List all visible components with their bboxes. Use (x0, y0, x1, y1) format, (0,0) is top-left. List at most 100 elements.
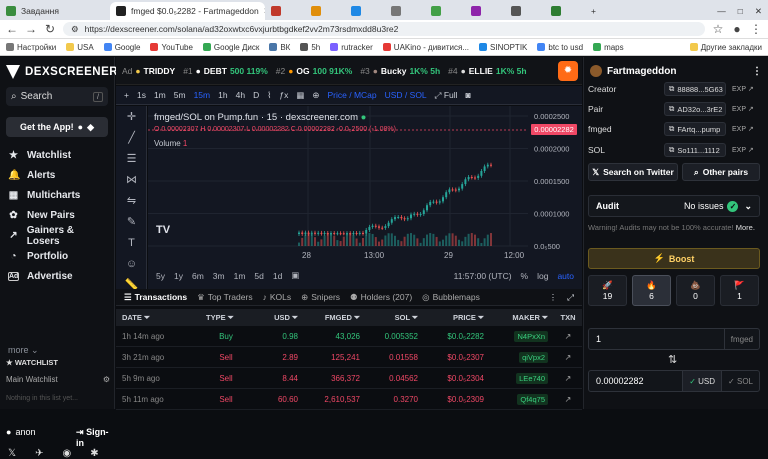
copy-address-button[interactable]: ⧉ AD32o...3rE2 (664, 102, 726, 116)
reaction-fire[interactable]: 🔥 6 (632, 275, 671, 306)
filter-icon[interactable]: ⏷ (144, 313, 150, 322)
col-fmged[interactable]: FMGED ⏷ (304, 313, 366, 323)
filter-icon[interactable]: ⏷ (228, 313, 234, 322)
discord-icon[interactable]: ◉ (62, 448, 71, 459)
browser-tab[interactable]: Завдання (0, 2, 110, 20)
trendline-icon[interactable]: ╱ (116, 127, 147, 148)
reaction-rocket[interactable]: 🚀 19 (588, 275, 627, 306)
table-row[interactable]: 1h 14m ago Buy 0.98 43,026 0.005352 $0.0… (116, 326, 582, 347)
tab-bubblemaps[interactable]: ◎ Bubblemaps (422, 292, 480, 303)
tx-maker[interactable]: LEe740 (490, 372, 554, 384)
maximize-icon[interactable]: □ (738, 6, 743, 16)
menu-icon[interactable]: ⋮ (750, 22, 762, 36)
crosshair-icon[interactable]: ✛ (116, 106, 147, 127)
expand-icon[interactable]: ⤢ (567, 292, 574, 303)
range-1y[interactable]: 1y (174, 271, 183, 281)
ticker-item[interactable]: #1 ● DEBT 500 119% (183, 66, 268, 76)
sidebar-item-new-pairs[interactable]: ✿ New Pairs (8, 206, 108, 226)
timeframe-d[interactable]: D (253, 90, 259, 100)
tab-snipers[interactable]: ⊕ Snipers (301, 292, 340, 303)
camera-icon[interactable]: ◙ (466, 90, 471, 100)
bookmark[interactable]: Настройки (6, 43, 56, 52)
range-5d[interactable]: 5d (254, 271, 263, 281)
boost-button[interactable]: ⚡ Boost (588, 248, 760, 269)
filter-icon[interactable]: ⏷ (292, 313, 298, 322)
forward-icon[interactable]: → (25, 22, 37, 36)
explorer-link[interactable]: EXP ↗ (732, 105, 754, 113)
profile-icon[interactable]: ● (731, 22, 743, 36)
sidebar-item-advertise[interactable]: Ad Advertise (8, 266, 108, 286)
filter-icon[interactable]: ⏷ (354, 313, 360, 322)
new-tab-button[interactable]: + (585, 2, 603, 20)
ticker-item[interactable]: #4 ● ELLIE 1K% 5h (448, 66, 526, 76)
fullscreen-button[interactable]: ⤢ Full (435, 90, 458, 101)
usd-sol-toggle[interactable]: USD / SOL (385, 90, 427, 100)
col-usd[interactable]: USD ⏷ (252, 313, 304, 323)
other-pairs-button[interactable]: ⌕ Other pairs (682, 163, 760, 181)
range-1d[interactable]: 1d (273, 271, 282, 281)
col-type[interactable]: TYPE ⏷ (200, 313, 252, 323)
bookmark[interactable]: maps (593, 43, 624, 52)
filter-icon[interactable]: ⏷ (478, 313, 484, 322)
sidebar-item-watchlist[interactable]: ★ Watchlist (8, 145, 108, 165)
bookmark[interactable]: USA (66, 43, 94, 52)
bookmark-folder[interactable]: Другие закладки (689, 43, 762, 52)
ticker-item[interactable]: #2 ● OG 100 91K% (276, 66, 353, 76)
percent-scale[interactable]: % (521, 271, 529, 281)
timeframe-1m[interactable]: 1m (154, 90, 166, 100)
layout-icon[interactable]: ▦ (296, 90, 304, 101)
user-menu[interactable]: ● anon (6, 427, 35, 437)
window-controls[interactable]: — □ ✕ (711, 2, 768, 20)
browser-tab-active[interactable]: fmged $0.0₅2282 - Fartmageddon × (110, 2, 265, 20)
browser-tab[interactable] (345, 2, 385, 20)
projection-icon[interactable]: ⇋ (116, 190, 147, 211)
table-row[interactable]: 5h 11m ago Sell 60.60 2,610,537 0.3270 $… (116, 389, 582, 410)
brush-icon[interactable]: ✎ (116, 211, 147, 232)
x-icon[interactable]: 𝕏 (8, 448, 16, 459)
gear-icon[interactable]: ⚙ (103, 375, 110, 384)
tx-maker[interactable]: qiVpx2 (490, 351, 554, 363)
range-6m[interactable]: 6m (192, 271, 204, 281)
tx-maker[interactable]: N4PxXn (490, 330, 554, 342)
bookmark[interactable]: YouTube (150, 43, 193, 52)
url-input[interactable]: ⚙ https://dexscreener.com/solana/ad32oxw… (63, 22, 705, 36)
bookmark[interactable]: Google Диск (202, 43, 259, 52)
timeframe-15m[interactable]: 15m (194, 90, 211, 100)
minimize-icon[interactable]: — (717, 6, 726, 16)
external-link-icon[interactable]: ↗ (554, 353, 582, 362)
bookmark[interactable]: btc to usd (537, 43, 583, 52)
auto-scale[interactable]: auto (557, 271, 574, 281)
sidebar-item-portfolio[interactable]: ◔ Portfolio (8, 246, 108, 266)
sign-in-button[interactable]: ⇥ Sign-in (76, 427, 114, 448)
copy-address-button[interactable]: ⧉ FArtq...pump (664, 122, 726, 136)
tab-transactions[interactable]: ☰ Transactions (124, 292, 187, 303)
watchlist-header[interactable]: ★ WATCHLIST (6, 358, 58, 367)
price-chart[interactable]: 0.0002500 0.0002000 0.0001500 0.0001000 0.0₅… (148, 106, 582, 289)
swap-direction-icon[interactable]: ⇅ (668, 353, 677, 366)
external-link-icon[interactable]: ↗ (554, 395, 582, 404)
timeframe-5m[interactable]: 5m (174, 90, 186, 100)
copy-address-button[interactable]: ⧉ 88888...5G63 (664, 82, 726, 96)
reaction-poop[interactable]: 💩 0 (676, 275, 715, 306)
log-scale[interactable]: log (537, 271, 548, 281)
hot-button[interactable]: ✹ (558, 61, 578, 81)
bookmark[interactable]: SINOPTIK (479, 43, 527, 52)
indicators-icon[interactable]: ƒx (279, 90, 288, 100)
browser-tab[interactable] (265, 2, 305, 20)
more-icon[interactable]: ⋮ (549, 292, 558, 303)
close-window-icon[interactable]: ✕ (755, 6, 762, 17)
site-info-icon[interactable]: ⚙ (71, 24, 79, 35)
browser-tab[interactable] (305, 2, 345, 20)
calendar-icon[interactable]: ▣ (291, 270, 299, 281)
star-icon[interactable]: ☆ (712, 22, 724, 36)
browser-tab[interactable] (545, 2, 585, 20)
col-price[interactable]: PRICE ⏷ (424, 313, 490, 323)
range-1m[interactable]: 1m (234, 271, 246, 281)
fib-icon[interactable]: ☰ (116, 148, 147, 169)
usd-toggle[interactable]: ✓ USD (682, 371, 722, 391)
more-link[interactable]: More. (736, 223, 755, 232)
table-row[interactable]: 5h 9m ago Sell 8.44 366,372 0.04562 $0.0… (116, 368, 582, 389)
range-3m[interactable]: 3m (213, 271, 225, 281)
explorer-link[interactable]: EXP ↗ (732, 85, 754, 93)
settings-icon[interactable]: ✱ (90, 448, 98, 459)
